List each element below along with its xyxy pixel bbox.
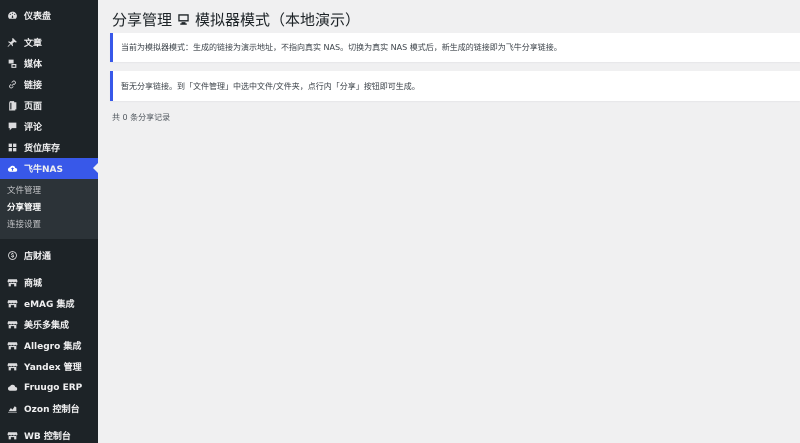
sidebar-item-dashboard[interactable]: 仪表盘 bbox=[0, 5, 98, 26]
dashboard-icon bbox=[6, 10, 18, 22]
sidebar-item-wb[interactable]: WB 控制台 bbox=[0, 425, 98, 443]
chart-icon bbox=[6, 403, 18, 415]
sidebar-item-label: Allegro 集成 bbox=[24, 342, 82, 352]
store-icon bbox=[6, 298, 18, 310]
sidebar-item-comments[interactable]: 评论 bbox=[0, 116, 98, 137]
store-icon bbox=[6, 277, 18, 289]
pin-icon bbox=[6, 37, 18, 49]
sidebar-item-label: Ozon 控制台 bbox=[24, 405, 80, 415]
sidebar-item-inventory[interactable]: 货位库存 bbox=[0, 137, 98, 158]
sidebar-item-shop[interactable]: 商城 bbox=[0, 272, 98, 293]
sidebar-item-emag[interactable]: eMAG 集成 bbox=[0, 293, 98, 314]
submenu-item-file-manager[interactable]: 文件管理 bbox=[0, 183, 98, 200]
sidebar-item-links[interactable]: 链接 bbox=[0, 74, 98, 95]
sidebar-item-label: 商城 bbox=[24, 279, 43, 289]
admin-sidebar: 仪表盘 文章 媒体 链接 页面 评论 货位库存 飞牛NAS 文件管理 分享管理 … bbox=[0, 0, 98, 443]
sidebar-item-label: 文章 bbox=[24, 39, 43, 49]
sidebar-item-label: 链接 bbox=[24, 81, 43, 91]
simulator-mode-notice: 当前为模拟器模式：生成的链接为演示地址，不指向真实 NAS。切换为真实 NAS … bbox=[110, 33, 800, 62]
sidebar-submenu: 文件管理 分享管理 连接设置 bbox=[0, 179, 98, 239]
empty-share-notice: 暂无分享链接。到「文件管理」中选中文件/文件夹，点行内「分享」按钮即可生成。 bbox=[110, 71, 800, 101]
sidebar-item-label: Yandex 管理 bbox=[24, 363, 82, 373]
notice-text: 当前为模拟器模式：生成的链接为演示地址，不指向真实 NAS。切换为真实 NAS … bbox=[121, 43, 562, 52]
page-title: 分享管理 模拟器模式（本地演示） bbox=[112, 9, 360, 30]
store-icon bbox=[6, 340, 18, 352]
sidebar-item-feiniu-nas[interactable]: 飞牛NAS bbox=[0, 158, 98, 179]
comment-icon bbox=[6, 121, 18, 133]
store-icon bbox=[6, 361, 18, 373]
submenu-item-share-manager[interactable]: 分享管理 bbox=[0, 200, 98, 217]
sidebar-item-fruugo[interactable]: Fruugo ERP bbox=[0, 377, 98, 398]
sidebar-item-label: 页面 bbox=[24, 102, 43, 112]
sidebar-item-label: 货位库存 bbox=[24, 144, 61, 154]
sidebar-item-label: 店财通 bbox=[24, 252, 52, 262]
media-icon bbox=[6, 58, 18, 70]
page-title-text: 分享管理 bbox=[112, 11, 173, 29]
sidebar-item-ozon[interactable]: Ozon 控制台 bbox=[0, 398, 98, 419]
sidebar-item-pages[interactable]: 页面 bbox=[0, 95, 98, 116]
notice-text: 暂无分享链接。到「文件管理」中选中文件/文件夹，点行内「分享」按钮即可生成。 bbox=[121, 81, 420, 91]
sidebar-item-label: 飞牛NAS bbox=[24, 165, 63, 175]
sidebar-item-label: WB 控制台 bbox=[24, 432, 71, 442]
page-icon bbox=[6, 100, 18, 112]
sidebar-item-label: 美乐多集成 bbox=[24, 321, 70, 331]
sidebar-item-media[interactable]: 媒体 bbox=[0, 53, 98, 74]
dollar-icon bbox=[6, 250, 18, 262]
sidebar-item-label: 仪表盘 bbox=[24, 12, 52, 22]
sidebar-item-meileduo[interactable]: 美乐多集成 bbox=[0, 314, 98, 335]
sidebar-item-posts[interactable]: 文章 bbox=[0, 32, 98, 53]
cloud-icon bbox=[6, 163, 18, 175]
sidebar-item-label: eMAG 集成 bbox=[24, 300, 75, 310]
mode-label: 模拟器模式（本地演示） bbox=[195, 11, 361, 29]
submenu-item-connection-settings[interactable]: 连接设置 bbox=[0, 217, 98, 234]
sidebar-item-label: 评论 bbox=[24, 123, 43, 133]
grid-icon bbox=[6, 142, 18, 154]
sidebar-item-label: 媒体 bbox=[24, 60, 43, 70]
monitor-icon bbox=[178, 14, 189, 25]
sidebar-item-yandex[interactable]: Yandex 管理 bbox=[0, 356, 98, 377]
store-icon bbox=[6, 319, 18, 331]
cloud-icon bbox=[6, 382, 18, 394]
sidebar-item-dian-cai-tong[interactable]: 店财通 bbox=[0, 245, 98, 266]
link-icon bbox=[6, 79, 18, 91]
sidebar-item-label: Fruugo ERP bbox=[24, 382, 83, 393]
share-record-count: 共 0 条分享记录 bbox=[112, 113, 171, 122]
sidebar-item-allegro[interactable]: Allegro 集成 bbox=[0, 335, 98, 356]
store-icon bbox=[6, 430, 18, 442]
main-content: 分享管理 模拟器模式（本地演示） 当前为模拟器模式：生成的链接为演示地址，不指向… bbox=[98, 0, 800, 443]
